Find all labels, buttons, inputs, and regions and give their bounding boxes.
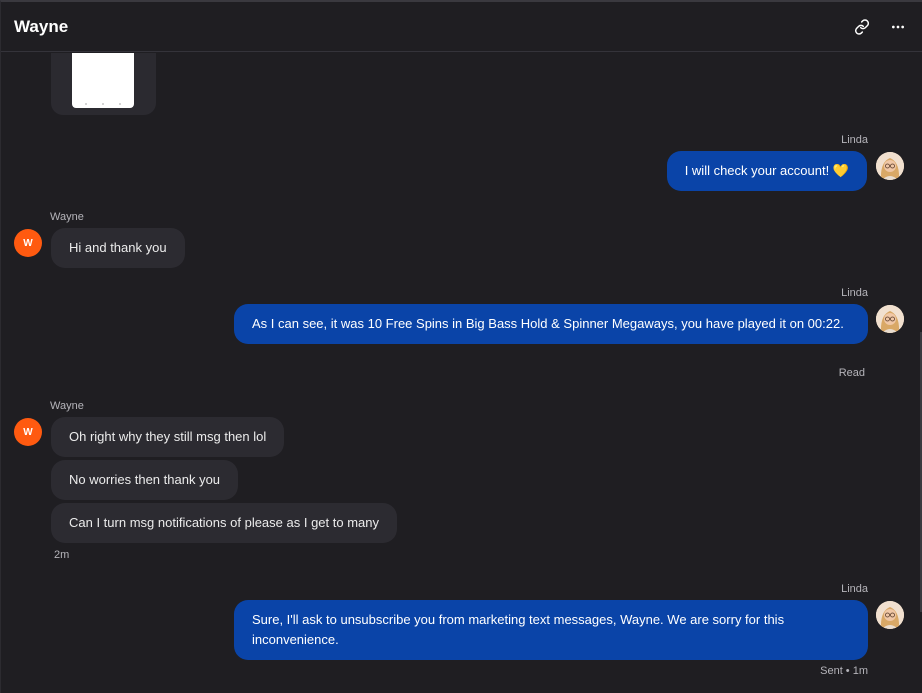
message-bubble: Can I turn msg notifications of please a… [51, 503, 397, 543]
message-bubble: Hi and thank you [51, 228, 185, 268]
sender-name: Linda [841, 287, 868, 299]
message-bubble: As I can see, it was 10 Free Spins in Bi… [234, 304, 868, 344]
message-bubble: Oh right why they still msg then lol [51, 417, 285, 457]
message-bubble: No worries then thank you [51, 460, 239, 500]
read-status: Read [838, 367, 865, 379]
link-icon[interactable] [851, 16, 873, 38]
sender-name: Linda [841, 134, 868, 146]
chat-window: Wayne Linda I will check your account! 💛 [0, 0, 922, 693]
user-avatar: W [14, 229, 42, 257]
more-horizontal-icon[interactable] [887, 16, 909, 38]
message-time: 2m [54, 549, 70, 561]
chat-header: Wayne [1, 2, 922, 52]
sender-name: Wayne [50, 211, 84, 223]
sender-name: Wayne [50, 400, 84, 412]
agent-avatar [876, 152, 904, 180]
file-attachment[interactable] [51, 53, 156, 115]
sent-status: Sent • 1m [820, 665, 868, 677]
message-bubble: I will check your account! 💛 [666, 151, 867, 191]
agent-avatar [876, 601, 904, 629]
chat-title: Wayne [14, 16, 69, 36]
agent-avatar [876, 305, 904, 333]
document-thumbnail [72, 53, 134, 108]
message-bubble: Sure, I'll ask to unsubscribe you from m… [234, 600, 868, 660]
sender-name: Linda [841, 583, 868, 595]
user-avatar: W [14, 418, 42, 446]
